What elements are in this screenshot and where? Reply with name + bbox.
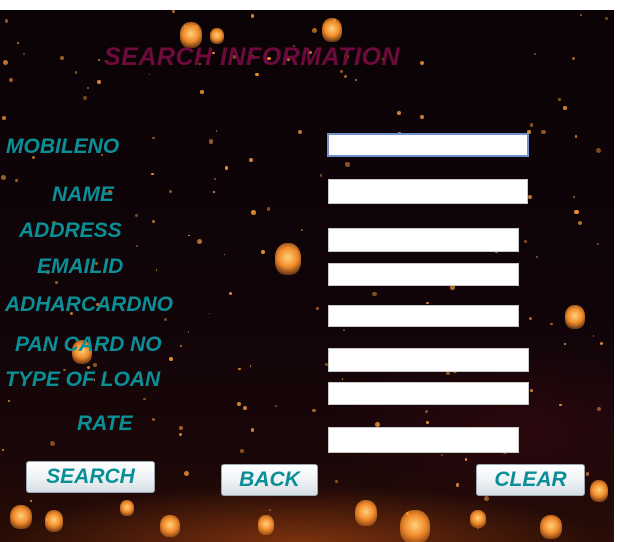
address-label: ADDRESS (19, 219, 122, 242)
name-label: NAME (52, 183, 114, 206)
mobileno-label: MOBILENO (6, 135, 120, 158)
emailid-label: EMAILID (37, 255, 124, 278)
pan-card-no-input[interactable] (328, 348, 529, 372)
rate-input[interactable] (328, 427, 519, 453)
mobileno-input[interactable] (327, 133, 529, 157)
type-of-loan-input[interactable] (328, 382, 529, 405)
search-button[interactable]: SEARCH (26, 461, 155, 493)
clear-button[interactable]: CLEAR (476, 464, 585, 496)
name-input[interactable] (328, 179, 528, 204)
emailid-input[interactable] (328, 263, 519, 286)
adharcardno-label: ADHARCARDNO (5, 293, 173, 316)
type-of-loan-label: TYPE OF LOAN (5, 368, 161, 391)
rate-label: RATE (77, 412, 133, 435)
address-input[interactable] (328, 228, 519, 252)
adharcardno-input[interactable] (328, 305, 519, 327)
search-form-panel: SEARCH INFORMATION MOBILENO NAME ADDRESS… (0, 10, 614, 542)
page-title: SEARCH INFORMATION (104, 43, 401, 71)
pan-card-no-label: PAN CARD NO (15, 333, 162, 356)
back-button[interactable]: BACK (221, 464, 318, 496)
